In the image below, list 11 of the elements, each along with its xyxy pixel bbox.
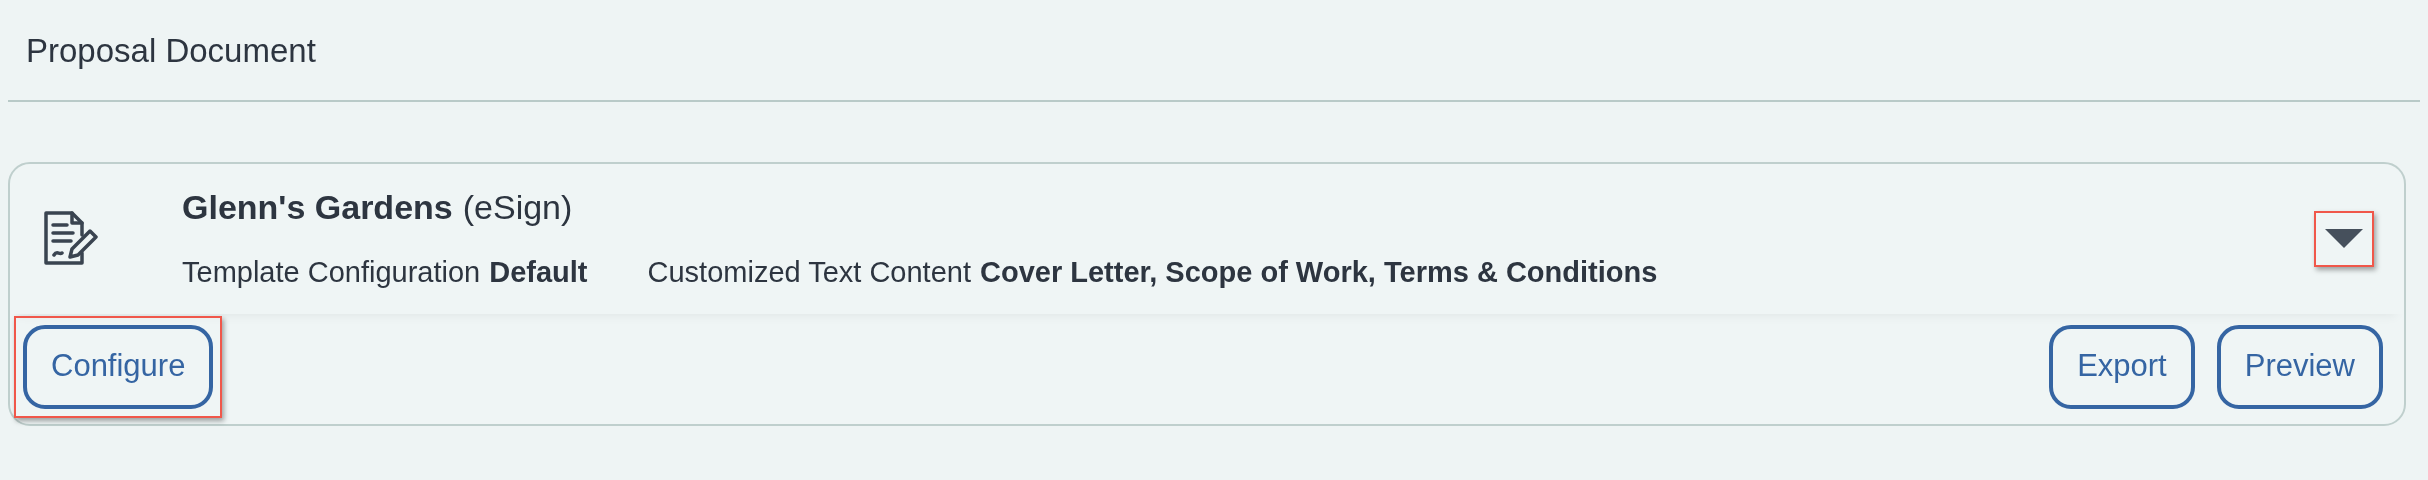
action-button[interactable]: Export (2049, 324, 2195, 409)
detail-label: Customized Text Content (647, 255, 971, 291)
caret-icon (2325, 228, 2363, 249)
proposal-type: (eSign) (462, 187, 573, 229)
action-button[interactable]: Preview (2216, 324, 2383, 409)
detail-value: Cover Letter, Scope of Work, Terms & Conditions (980, 255, 1658, 291)
detail-value: Default (489, 255, 588, 291)
proposal-name: Glenn's Gardens (182, 187, 453, 229)
detail-label: Template Configuration (182, 255, 481, 291)
action-button[interactable]: Configure (23, 324, 214, 409)
section-title: Proposal Document (26, 31, 317, 71)
